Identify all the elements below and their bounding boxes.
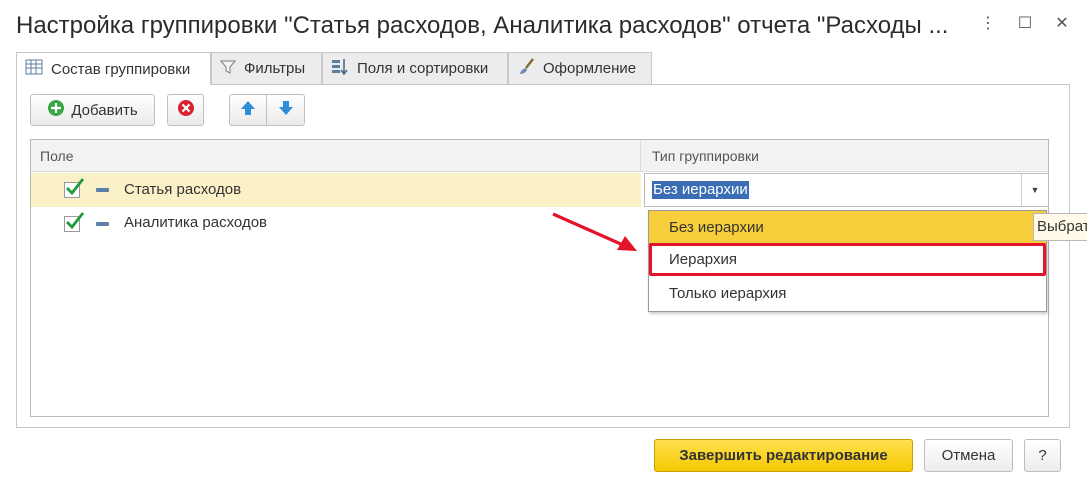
row-checkbox[interactable] <box>64 212 85 232</box>
row-checkbox[interactable] <box>64 178 85 198</box>
filter-icon <box>219 59 237 79</box>
delete-icon <box>177 99 195 121</box>
fields-sort-icon <box>331 58 349 80</box>
finish-editing-button[interactable]: Завершить редактирование <box>654 439 913 472</box>
tab-label: Поля и сортировки <box>357 60 489 77</box>
help-button[interactable]: ? <box>1024 439 1061 472</box>
move-down-button[interactable] <box>266 94 305 126</box>
header-divider <box>640 140 641 172</box>
tab-appearance[interactable]: Оформление <box>508 52 652 84</box>
annotation-arrow-icon <box>552 212 637 251</box>
cancel-button[interactable]: Отмена <box>924 439 1013 472</box>
tab-filters[interactable]: Фильтры <box>211 52 322 84</box>
table-icon <box>25 59 43 79</box>
row-label: Статья расходов <box>124 181 242 198</box>
window-title: Настройка группировки "Статья расходов, … <box>16 12 949 39</box>
move-up-button[interactable] <box>229 94 267 126</box>
table-header <box>31 140 1048 172</box>
tab-label: Фильтры <box>244 60 306 77</box>
add-button[interactable]: Добавить <box>30 94 155 126</box>
table-row[interactable] <box>31 173 641 207</box>
dropdown-option-only-hierarchy[interactable]: Только иерархия <box>649 277 1046 310</box>
tab-grouping-composition[interactable]: Состав группировки <box>16 52 211 85</box>
field-icon <box>96 222 109 226</box>
add-button-label: Добавить <box>71 101 138 119</box>
tab-label: Оформление <box>543 60 637 77</box>
dropdown-option-hierarchy[interactable]: Иерархия <box>649 243 1046 276</box>
group-type-value[interactable]: Без иерархии <box>652 181 749 199</box>
dropdown-option-no-hierarchy[interactable]: Без иерархии <box>649 211 1046 244</box>
chevron-down-icon[interactable]: ▼ <box>1021 174 1048 206</box>
checkmark-icon <box>66 212 85 230</box>
tab-fields-sorting[interactable]: Поля и сортировки <box>322 52 508 84</box>
arrow-up-icon <box>239 100 257 120</box>
header-field: Поле <box>40 148 74 164</box>
row-label: Аналитика расходов <box>124 214 268 231</box>
checkmark-icon <box>66 178 85 196</box>
header-group-type: Тип группировки <box>652 148 759 164</box>
close-icon[interactable]: ✕ <box>1050 12 1074 36</box>
more-icon[interactable]: ⋮ <box>976 12 1000 36</box>
delete-button[interactable] <box>167 94 204 126</box>
maximize-icon[interactable]: ☐ <box>1013 12 1037 36</box>
arrow-down-icon <box>277 100 295 120</box>
tooltip: Выбрать <box>1033 213 1087 241</box>
brush-icon <box>517 57 535 80</box>
tab-label: Состав группировки <box>51 60 191 78</box>
add-icon <box>47 99 65 121</box>
field-icon <box>96 188 109 192</box>
